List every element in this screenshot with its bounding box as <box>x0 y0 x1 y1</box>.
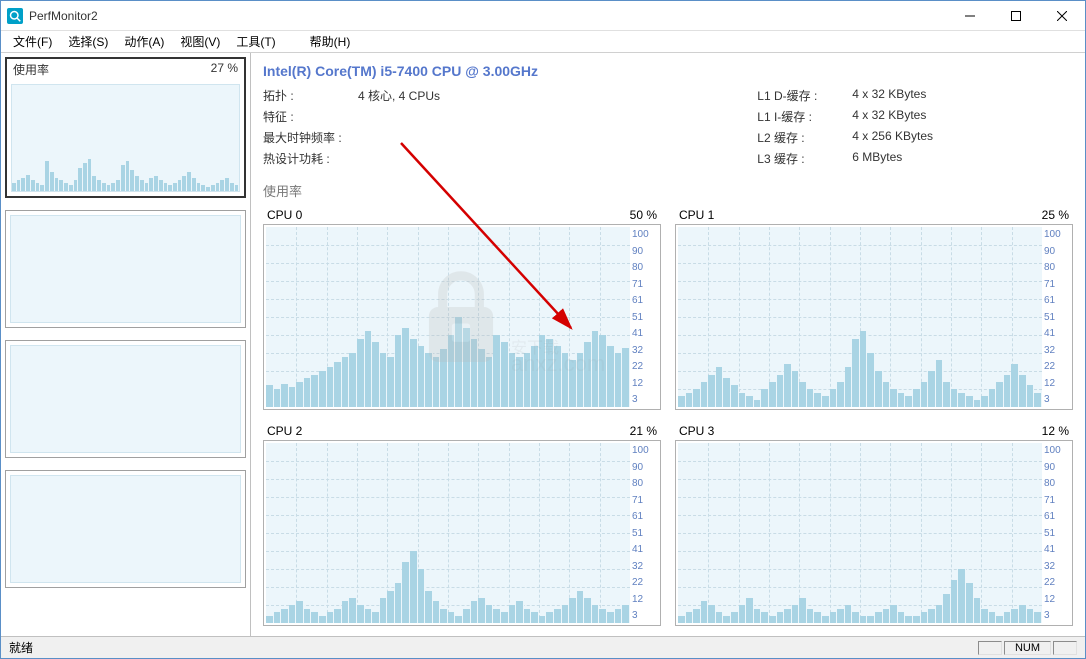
maximize-button[interactable] <box>993 1 1039 30</box>
sidebar: 使用率 27 % <box>1 53 251 636</box>
cpu-info-right: L1 D-缓存 :4 x 32 KBytes L1 I-缓存 :4 x 32 K… <box>757 87 933 167</box>
status-cell-empty2 <box>1053 641 1077 655</box>
cpu-name: CPU 3 <box>679 424 714 438</box>
info-label: 最大时钟频率 : <box>263 129 358 146</box>
menu-view[interactable]: 视图(V) <box>172 31 228 52</box>
menu-file[interactable]: 文件(F) <box>5 31 60 52</box>
info-value: 6 MBytes <box>852 150 902 167</box>
thumbnail-value: 27 % <box>211 61 238 78</box>
cpu-info-left: 拓扑 :4 核心, 4 CPUs 特征 : 最大时钟频率 : 热设计功耗 : <box>263 87 440 167</box>
thumbnail-empty-3[interactable] <box>5 470 246 588</box>
thumbnail-header: 使用率 27 % <box>7 59 244 80</box>
cpu-percent: 50 % <box>630 208 657 222</box>
window-title: PerfMonitor2 <box>29 9 947 23</box>
info-value: 4 x 256 KBytes <box>852 129 933 146</box>
menu-help[interactable]: 帮助(H) <box>302 31 359 52</box>
cpu-card-1: CPU 1 25 % 1009080716151413222123 <box>675 206 1073 410</box>
minimize-button[interactable] <box>947 1 993 30</box>
info-label: L1 I-缓存 : <box>757 108 852 125</box>
client-area: 使用率 27 % Intel(R) Core(TM) i5-7400 CPU @… <box>1 53 1085 636</box>
status-cell-empty <box>978 641 1002 655</box>
section-title: 使用率 <box>263 181 1073 200</box>
chart-ylabels: 1009080716151413222123 <box>1044 441 1072 625</box>
cpu-title: Intel(R) Core(TM) i5-7400 CPU @ 3.00GHz <box>263 63 1073 79</box>
chart-ylabels: 1009080716151413222123 <box>1044 225 1072 409</box>
info-value: 4 核心, 4 CPUs <box>358 87 440 104</box>
info-label: L1 D-缓存 : <box>757 87 852 104</box>
thumbnail-empty-1[interactable] <box>5 210 246 328</box>
info-value: 4 x 32 KBytes <box>852 87 926 104</box>
thumbnail-chart <box>11 84 240 192</box>
cpu-card-3: CPU 3 12 % 1009080716151413222123 <box>675 422 1073 626</box>
cpu-percent: 25 % <box>1042 208 1069 222</box>
info-label: L3 缓存 : <box>757 150 852 167</box>
info-label: 拓扑 : <box>263 87 358 104</box>
thumbnail-usage[interactable]: 使用率 27 % <box>5 57 246 198</box>
info-label: 特征 : <box>263 108 358 125</box>
status-text: 就绪 <box>9 639 33 656</box>
thumbnail-empty-2[interactable] <box>5 340 246 458</box>
cpu-name: CPU 1 <box>679 208 714 222</box>
cpu-chart: 1009080716151413222123 <box>675 440 1073 626</box>
info-label: L2 缓存 : <box>757 129 852 146</box>
cpu-card-2: CPU 2 21 % 1009080716151413222123 <box>263 422 661 626</box>
cpu-name: CPU 2 <box>267 424 302 438</box>
chart-ylabels: 1009080716151413222123 <box>632 225 660 409</box>
cpu-grid: CPU 0 50 % 1009080716151413222123 CPU 1 25 %… <box>263 206 1073 626</box>
thumbnail-label: 使用率 <box>13 61 49 78</box>
cpu-card-0: CPU 0 50 % 1009080716151413222123 <box>263 206 661 410</box>
cpu-name: CPU 0 <box>267 208 302 222</box>
menu-tools[interactable]: 工具(T) <box>228 31 283 52</box>
chart-ylabels: 1009080716151413222123 <box>632 441 660 625</box>
main-panel: Intel(R) Core(TM) i5-7400 CPU @ 3.00GHz … <box>251 53 1085 636</box>
menubar: 文件(F) 选择(S) 动作(A) 视图(V) 工具(T) 帮助(H) <box>1 31 1085 53</box>
statusbar: 就绪 NUM <box>1 636 1085 658</box>
cpu-chart: 1009080716151413222123 <box>263 440 661 626</box>
titlebar: PerfMonitor2 <box>1 1 1085 31</box>
info-label: 热设计功耗 : <box>263 150 358 167</box>
cpu-chart: 1009080716151413222123 <box>675 224 1073 410</box>
menu-action[interactable]: 动作(A) <box>116 31 172 52</box>
cpu-percent: 21 % <box>630 424 657 438</box>
status-cell-num: NUM <box>1004 641 1051 655</box>
close-button[interactable] <box>1039 1 1085 30</box>
menu-select[interactable]: 选择(S) <box>60 31 116 52</box>
info-value: 4 x 32 KBytes <box>852 108 926 125</box>
window-controls <box>947 1 1085 30</box>
cpu-percent: 12 % <box>1042 424 1069 438</box>
cpu-chart: 1009080716151413222123 <box>263 224 661 410</box>
app-icon <box>7 8 23 24</box>
cpu-info-grid: 拓扑 :4 核心, 4 CPUs 特征 : 最大时钟频率 : 热设计功耗 : L… <box>263 87 1073 167</box>
